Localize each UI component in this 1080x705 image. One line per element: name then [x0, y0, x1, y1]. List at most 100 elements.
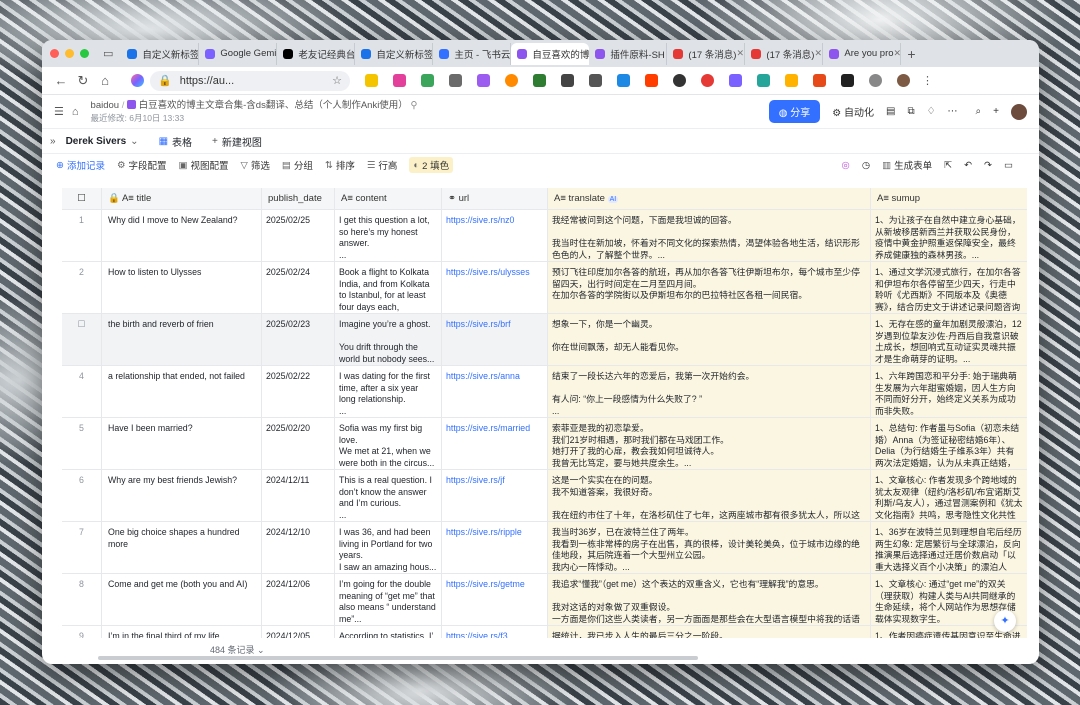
- extension-icon-camera[interactable]: [589, 74, 602, 87]
- add-record-button[interactable]: ⊕ 添加记录: [56, 158, 105, 173]
- cell-title[interactable]: Come and get me (both you and AI): [102, 574, 262, 625]
- cell-title[interactable]: Why did I move to New Zealand?: [102, 210, 262, 261]
- fill-color-button[interactable]: ◐ 2 填色: [409, 157, 454, 173]
- cell-date[interactable]: 2025/02/20: [262, 418, 335, 469]
- extension-icon-edit[interactable]: [561, 74, 574, 87]
- chevron-down-icon[interactable]: ⌄: [130, 136, 138, 147]
- browser-tab[interactable]: (17 条消息) ✕: [745, 42, 824, 65]
- ai-assistant-button[interactable]: ✦: [994, 610, 1016, 632]
- cell-date[interactable]: 2025/02/24: [262, 262, 335, 313]
- column-header-translate[interactable]: A≡ translate AI: [548, 188, 871, 209]
- minimize-window-button[interactable]: [65, 49, 74, 58]
- cell-translate[interactable]: 预订飞往印度加尔各答的航班，再从加尔各答飞往伊斯坦布尔，每个城市至少停留四天，出…: [548, 262, 871, 313]
- reload-icon[interactable]: ↻: [72, 73, 94, 89]
- extension-icon-yellow[interactable]: [785, 74, 798, 87]
- close-tab-icon[interactable]: ✕: [736, 48, 744, 59]
- url-field[interactable]: 🔒 https://au... ☆: [150, 70, 350, 91]
- redo-icon[interactable]: ↷: [984, 160, 992, 171]
- history-icon[interactable]: ◷: [862, 160, 870, 171]
- extension-icon-fox[interactable]: [813, 74, 826, 87]
- table-row[interactable]: 8 Come and get me (both you and AI) 2024/1…: [62, 574, 1027, 626]
- cell-url-link[interactable]: https://sive.rs/ripple: [446, 527, 522, 537]
- cell-title[interactable]: a relationship that ended, not failed: [102, 366, 262, 417]
- view-config-button[interactable]: ▣ 视图配置: [179, 158, 229, 173]
- table-owner-name[interactable]: Derek Sivers: [66, 136, 127, 147]
- cell-sumup[interactable]: 1、为让孩子在自然中建立身心基础，从新坡移居新西兰并获取公民身份，疫情中黄金护照…: [871, 210, 1027, 261]
- extension-icon-teal[interactable]: [757, 74, 770, 87]
- cell-sumup[interactable]: 1、36岁在波特兰见到理想自宅后经历两生幻象: 定居繁衍与全球漂泊，反向推演果后…: [871, 522, 1027, 573]
- cell-url[interactable]: https://sive.rs/anna: [442, 366, 548, 417]
- cell-translate[interactable]: 我当时36岁，已在波特兰住了两年。 我看到一栋非常棒的房子在出售，真的很棒，设计…: [548, 522, 871, 573]
- table-row[interactable]: 1 Why did I move to New Zealand? 2025/02/2…: [62, 210, 1027, 262]
- cell-translate[interactable]: 想象一下，你是一个幽灵。 你在世间飘荡，却无人能看见你。: [548, 314, 871, 365]
- new-view-button[interactable]: 新建视图: [222, 134, 262, 149]
- browser-tab[interactable]: Are you pro ✕: [823, 42, 902, 65]
- cell-content[interactable]: I’m going for the double meaning of “get…: [335, 574, 442, 625]
- browser-tab[interactable]: 主页 - 飞书云✕: [433, 42, 512, 65]
- column-header-content[interactable]: A≡ content: [335, 188, 442, 209]
- cell-translate[interactable]: 我追求“懂我”（get me）这个表达的双重含义，它也有“理解我”的意思。 我对…: [548, 574, 871, 625]
- column-header-sumup[interactable]: A≡ sumup: [871, 188, 1027, 209]
- sort-button[interactable]: ⇅ 排序: [325, 158, 355, 173]
- cell-url[interactable]: https://sive.rs/nz0: [442, 210, 548, 261]
- browser-tab[interactable]: (17 条消息) ✕: [667, 42, 746, 65]
- ai-icon[interactable]: ◎: [842, 160, 850, 171]
- automation-button[interactable]: ⚙ 自动化: [832, 104, 874, 119]
- cell-date[interactable]: 2024/12/05: [262, 626, 335, 638]
- cell-url-link[interactable]: https://sive.rs/anna: [446, 371, 520, 381]
- extension-icon-r[interactable]: [365, 74, 378, 87]
- close-window-button[interactable]: [50, 49, 59, 58]
- home-icon[interactable]: ⌂: [72, 106, 79, 118]
- menu-dots-icon[interactable]: ⋮: [922, 74, 933, 87]
- cell-url[interactable]: https://sive.rs/jf: [442, 470, 548, 521]
- table-row[interactable]: 6 Why are my best friends Jewish? 2024/12/…: [62, 470, 1027, 522]
- cell-sumup[interactable]: 1、无存在感的童年加剧灵般漂泊，12岁遇到位挚友沙佐·丹西后自我意识破土成长，想…: [871, 314, 1027, 365]
- cell-translate[interactable]: 索菲亚是我的初恋挚爱。 我们21岁时相遇，那时我们都在马戏团工作。 她打开了我的…: [548, 418, 871, 469]
- cell-title[interactable]: Why are my best friends Jewish?: [102, 470, 262, 521]
- column-header-date[interactable]: publish_date: [262, 188, 335, 209]
- table-row[interactable]: 9 I’m in the final third of my life 2024/1…: [62, 626, 1027, 638]
- generate-form-button[interactable]: ▥ 生成表单: [882, 158, 932, 173]
- back-icon[interactable]: ←: [50, 73, 72, 88]
- cell-content[interactable]: Book a flight to Kolkata India, and from…: [335, 262, 442, 313]
- extension-icon-circle[interactable]: [505, 74, 518, 87]
- extension-icon-v[interactable]: [729, 74, 742, 87]
- comment-icon[interactable]: ▭: [1004, 160, 1013, 171]
- extension-icon-link[interactable]: [449, 74, 462, 87]
- plugin-icon[interactable]: ⧉: [907, 106, 914, 117]
- group-button[interactable]: ▤ 分组: [282, 158, 313, 173]
- row-number[interactable]: 7: [62, 522, 102, 573]
- column-header-title[interactable]: 🔒 A≡ title: [102, 188, 262, 209]
- browser-tab[interactable]: Google Gemini✕: [199, 42, 278, 65]
- cell-url[interactable]: https://sive.rs/getme: [442, 574, 548, 625]
- row-number[interactable]: 1: [62, 210, 102, 261]
- select-all-checkbox[interactable]: ☐: [62, 188, 102, 209]
- cell-title[interactable]: One big choice shapes a hundred more: [102, 522, 262, 573]
- cell-translate[interactable]: 这是一个实实在在的问题。 我不知道答案，我很好奇。 我在纽约市住了十年，在洛杉矶…: [548, 470, 871, 521]
- cell-title[interactable]: the birth and reverb of frien: [102, 314, 262, 365]
- extension-icon-orange[interactable]: [645, 74, 658, 87]
- cell-date[interactable]: 2025/02/22: [262, 366, 335, 417]
- column-header-url[interactable]: ⚭ url: [442, 188, 548, 209]
- profile-avatar[interactable]: [897, 74, 910, 87]
- cell-url-link[interactable]: https://sive.rs/nz0: [446, 215, 514, 225]
- cell-url[interactable]: https://sive.rs/ripple: [442, 522, 548, 573]
- table-row[interactable]: 5 Have I been married? 2025/02/20 Sofia was…: [62, 418, 1027, 470]
- new-tab-button[interactable]: +: [907, 46, 915, 62]
- extension-icon-github[interactable]: [673, 74, 686, 87]
- row-height-button[interactable]: ☰ 行高: [367, 158, 398, 173]
- more-icon[interactable]: ⋯: [948, 106, 958, 117]
- cell-url-link[interactable]: https://sive.rs/jf: [446, 475, 505, 485]
- cell-url-link[interactable]: https://sive.rs/f3: [446, 631, 508, 638]
- extension-icon-leaf[interactable]: [421, 74, 434, 87]
- cell-content[interactable]: This is a real question. I don’t know th…: [335, 470, 442, 521]
- cell-date[interactable]: 2025/02/23: [262, 314, 335, 365]
- cell-content[interactable]: According to statistics, I’: [335, 626, 442, 638]
- cell-date[interactable]: 2024/12/10: [262, 522, 335, 573]
- cell-url[interactable]: https://sive.rs/ulysses: [442, 262, 548, 313]
- share-button[interactable]: ◍ 分享: [768, 100, 821, 123]
- cell-translate[interactable]: 据统计，我已步入人生的最后三分之一阶段。: [548, 626, 871, 638]
- extension-icon-red[interactable]: [701, 74, 714, 87]
- extensions-puzzle-icon[interactable]: [869, 74, 882, 87]
- extension-icon-dark[interactable]: [841, 74, 854, 87]
